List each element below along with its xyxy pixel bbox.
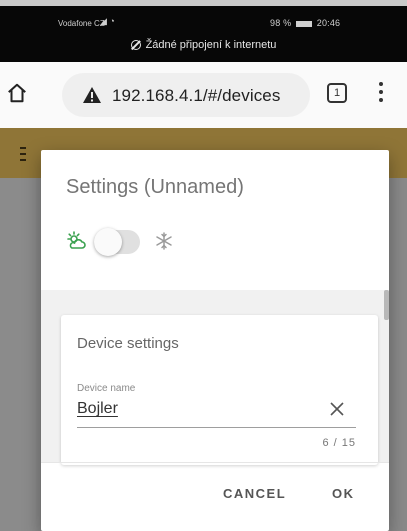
not-secure-warning-icon[interactable] [82, 86, 102, 104]
no-connection-icon [130, 40, 141, 50]
url-text[interactable]: 192.168.4.1/#/devices [112, 86, 280, 106]
mode-toggle[interactable] [94, 228, 140, 256]
card-title: Device settings [77, 335, 179, 352]
toggle-knob[interactable] [94, 228, 122, 256]
no-connection-banner: Žádné připojení k internetu [0, 39, 407, 51]
device-name-input[interactable]: Bojler [77, 400, 297, 418]
tabs-icon[interactable]: 1 [327, 83, 347, 103]
no-connection-text: Žádné připojení k internetu [145, 39, 277, 51]
status-percent: 98 % [270, 18, 292, 28]
snowflake-icon [156, 232, 172, 250]
device-settings-card: Device settings Device name Bojler 6 / 1… [61, 315, 378, 465]
battery-icon [296, 20, 313, 27]
dialog-scrollbar[interactable] [384, 290, 389, 320]
carrier-name: Vodafone CZ [58, 19, 105, 28]
settings-dialog: Settings (Unnamed) Device settings Devic… [41, 150, 389, 531]
mode-toggle-row [66, 224, 266, 264]
home-icon[interactable] [6, 82, 28, 104]
actions-divider [41, 462, 389, 463]
hamburger-icon[interactable] [20, 147, 26, 165]
char-counter: 6 / 15 [322, 437, 356, 449]
clear-icon[interactable] [329, 401, 345, 417]
status-time: 20:46 [316, 18, 341, 28]
signal-icon: ◢ ◔ [100, 16, 115, 26]
cancel-button[interactable]: CANCEL [223, 486, 286, 501]
address-bar[interactable]: 192.168.4.1/#/devices [62, 73, 310, 117]
more-menu-icon[interactable] [378, 82, 384, 106]
sun-cloud-icon [67, 231, 86, 249]
status-right: 98 % 20:46 [270, 18, 340, 28]
ok-button[interactable]: OK [332, 486, 355, 501]
device-name-label: Device name [77, 383, 136, 394]
dialog-title: Settings (Unnamed) [66, 176, 244, 198]
status-bar: Vodafone CZ ◢ ◔ 98 % 20:46 Žádné připoje… [0, 6, 407, 62]
browser-toolbar: 192.168.4.1/#/devices 1 [0, 62, 407, 129]
input-underline [77, 427, 356, 428]
